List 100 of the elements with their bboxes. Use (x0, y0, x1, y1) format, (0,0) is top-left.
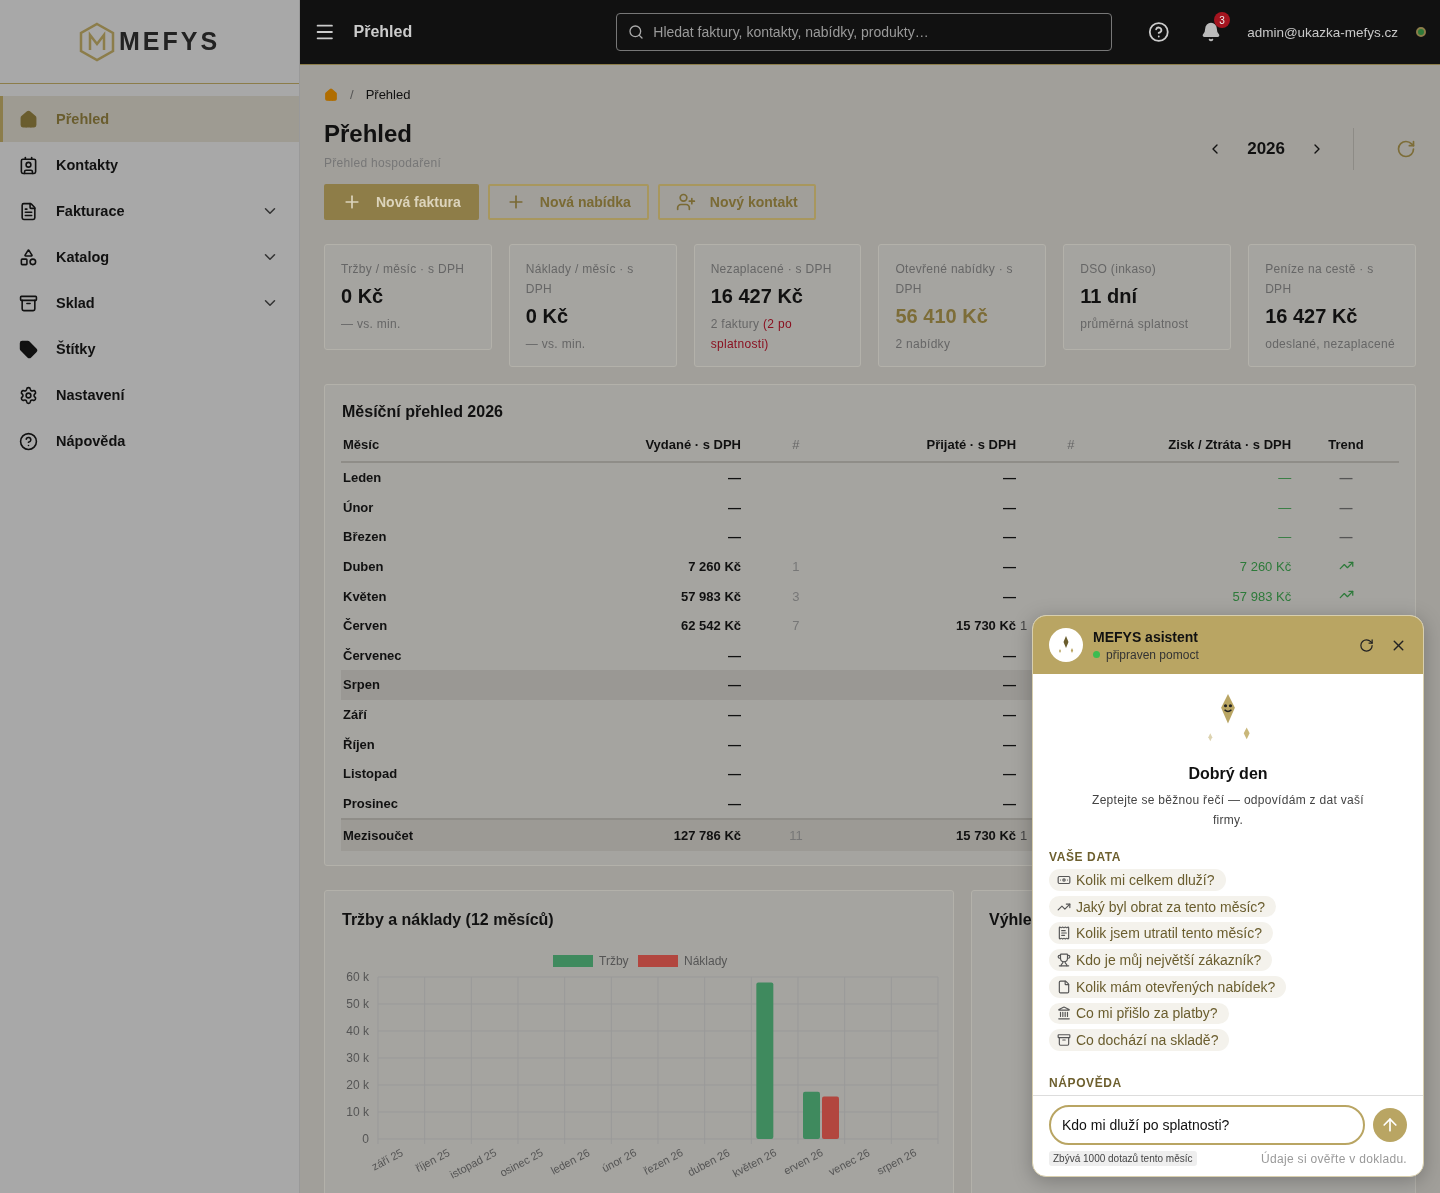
table-cell: — (1003, 588, 1017, 604)
axis-tick-label: 50 k (346, 997, 369, 1012)
bank-icon (1057, 1006, 1071, 1021)
kpi-value: 11 dní (1080, 285, 1139, 308)
chart-bar (803, 1091, 820, 1140)
table-cell: Květen (343, 588, 387, 604)
table-cell: Březen (343, 529, 387, 545)
suggestion-chip[interactable]: Kolik jsem utratil tento měsíc? (1049, 922, 1273, 945)
help-icon[interactable] (1147, 21, 1170, 43)
quota-label: Zbývá 1000 dotazů tento měsíc (1049, 1151, 1197, 1166)
kpi-label: Tržby / měsíc · s DPH (341, 261, 466, 278)
logo-text: MEFYS (118, 27, 221, 56)
nav-item[interactable]: Kontakty (0, 142, 299, 188)
suggestion-chip[interactable]: Kolik mám otevřených nabídek? (1049, 975, 1287, 998)
legend-label: Tržby (599, 954, 629, 969)
suggestion-chip[interactable]: Jaký byl obrat za tento měsíc? (1049, 895, 1277, 918)
table-cell: Mezisoučet (343, 828, 414, 844)
table-cell: — (1278, 499, 1292, 515)
section-label: VAŠE DATA (1049, 850, 1123, 865)
intro-text: Zeptejte se běžnou řečí — odpovídám z dat vaší firmy. (1091, 792, 1365, 830)
breadcrumb-item: Přehled (365, 87, 411, 102)
table-cell: — (728, 647, 741, 663)
nav-item[interactable]: Nápověda (0, 418, 299, 464)
nav-item[interactable]: Štítky (0, 326, 299, 372)
suggestion-chip[interactable]: Kdo je můj největší zákazník? (1049, 949, 1273, 971)
kpi-label: Nezaplacené · s DPH (710, 261, 833, 278)
legend-label: Náklady (684, 954, 728, 969)
kpi-note: 2 faktury (2 po splatnosti) (710, 316, 793, 353)
kpi-note: — vs. min. (525, 336, 587, 353)
axis-tick-label: 60 k (346, 970, 369, 985)
table-cell: — (1339, 470, 1353, 486)
trophy-icon (1057, 953, 1071, 968)
table-cell: — (1003, 470, 1017, 486)
section-label: NÁPOVĚDA (1049, 1076, 1123, 1090)
notification-bell-icon[interactable] (1201, 22, 1222, 42)
axis-tick-label: únor 26 (599, 1146, 639, 1175)
axis-tick-label: 40 k (346, 1024, 369, 1039)
nav-item[interactable]: Nastavení (0, 372, 299, 418)
axis-tick-label: erven 26 (781, 1146, 825, 1177)
axis-tick-label: srpen 26 (874, 1146, 919, 1177)
table-cell: — (728, 529, 741, 545)
table-cell: 1 (1020, 828, 1028, 844)
axis-tick-label: září 25 (369, 1146, 405, 1173)
receipt-icon (1057, 926, 1071, 941)
nav-item[interactable]: Sklad (0, 280, 299, 326)
suggestion-chip[interactable]: Co mi přišlo za platby? (1049, 1002, 1229, 1025)
kpi-value: 0 Kč (525, 305, 570, 328)
table-cell: — (1003, 499, 1017, 515)
archive-box-icon (19, 293, 38, 313)
card-title: Tržby a náklady (12 měsíců) (342, 911, 555, 930)
page-title: Přehled (324, 120, 414, 148)
sparkle-avatar-icon (1049, 628, 1083, 662)
column-header: Trend (1328, 437, 1364, 452)
table-cell: Září (343, 707, 367, 723)
refresh-icon[interactable] (1359, 637, 1374, 653)
table-cell: — (728, 766, 741, 782)
table-cell: Červenec (343, 647, 402, 663)
message-input[interactable]: Kdo mi dluží po splatnosti? (1049, 1105, 1365, 1145)
kpi-note: odeslané, nezaplacené (1265, 336, 1396, 353)
column-header: Zisk / Ztráta · s DPH (1168, 437, 1292, 452)
kpi-value: 16 427 Kč (1265, 305, 1359, 328)
table-cell: Listopad (343, 766, 398, 782)
table-cell: — (1003, 559, 1017, 575)
suggestion-chip[interactable]: Co dochází na skladě? (1049, 1029, 1230, 1051)
table-cell: Leden (343, 470, 382, 486)
axis-tick-label: venec 26 (826, 1146, 872, 1178)
table-cell: 1 (1020, 618, 1028, 634)
user-email[interactable]: admin@ukazka-mefys.cz (1247, 24, 1399, 40)
column-header: Přijaté · s DPH (926, 437, 1017, 452)
kpi-note: — vs. min. (341, 316, 402, 333)
axis-tick-label: 10 k (346, 1105, 369, 1120)
kpi-label: Otevřené nabídky · s DPH (895, 261, 1014, 298)
axis-tick-label: leden 26 (548, 1146, 592, 1177)
table-cell: — (728, 677, 741, 693)
document-icon (1057, 979, 1071, 994)
table-cell: 7 260 Kč (688, 559, 741, 575)
topbar-title: Přehled (353, 23, 414, 41)
chart-bar (822, 1096, 839, 1140)
table-cell: 62 542 Kč (681, 618, 741, 634)
table-cell: Únor (343, 499, 374, 515)
card-title: Výhle (989, 911, 1033, 930)
tag-icon (19, 339, 38, 359)
table-cell: 15 730 Kč (956, 828, 1017, 844)
kpi-label: Peníze na cestě · s DPH (1265, 261, 1375, 298)
table-cell: 7 260 Kč (1239, 559, 1292, 575)
search-field[interactable]: Hledat faktury, kontakty, nabídky, produkty… (616, 13, 1112, 51)
kpi-value: 16 427 Kč (710, 285, 804, 308)
column-header: Měsíc (343, 437, 380, 452)
archive-box-icon (1057, 1033, 1071, 1048)
notification-badge: 3 (1214, 12, 1231, 28)
table-cell: — (728, 736, 741, 752)
breadcrumb-separator: / (350, 87, 354, 102)
suggestion-chip[interactable]: Kolik mi celkem dluží? (1049, 869, 1226, 891)
legend-item: Náklady (638, 954, 728, 969)
table-cell: — (728, 795, 741, 811)
table-cell: — (1339, 529, 1353, 545)
table-cell: — (728, 707, 741, 723)
nav-item[interactable]: Katalog (0, 234, 299, 280)
nav-item[interactable]: Fakturace (0, 188, 299, 234)
status-dot (1416, 27, 1426, 37)
